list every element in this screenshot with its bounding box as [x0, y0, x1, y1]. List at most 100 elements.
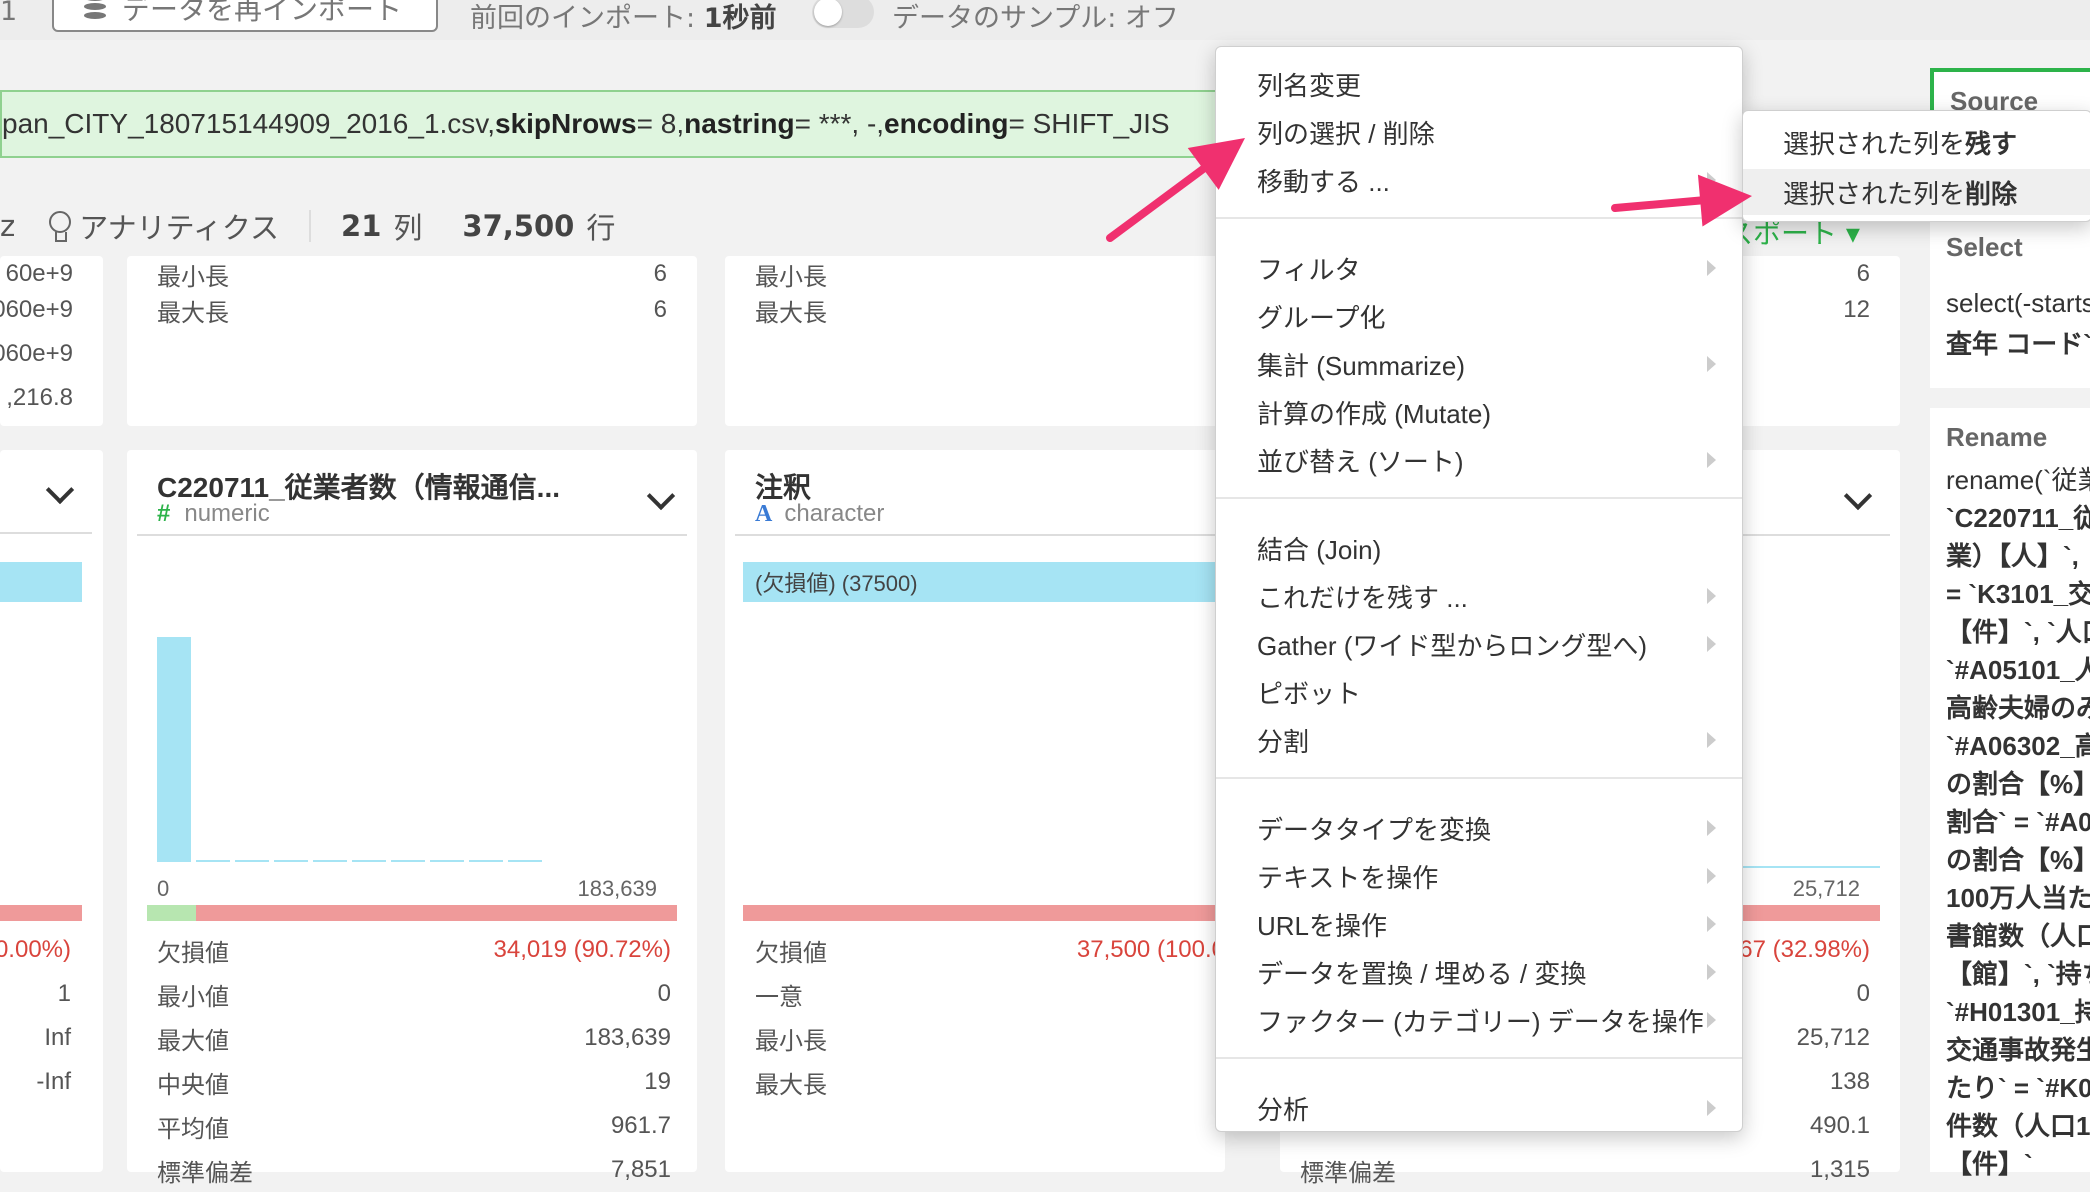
command-arg-value: = SHIFT_JIS: [1008, 108, 1170, 139]
chevron-down-icon[interactable]: [646, 481, 676, 511]
step-code-line: 書館数（人口: [1946, 921, 2090, 951]
step-title: Select: [1946, 232, 2023, 262]
sample-toggle[interactable]: [812, 0, 874, 28]
menu-item[interactable]: 列名変更: [1257, 61, 1722, 107]
stat-label: 最大長: [157, 299, 229, 327]
stat-value: ,216.8: [6, 384, 73, 411]
stat-value: 6: [1856, 260, 1870, 287]
column-card-note: 注釈 Acharacter (欠損値) (37500) 欠損値 37,500 (1…: [725, 450, 1225, 1172]
previous-import-label: 前回のインポート:: [470, 3, 704, 34]
stat-label: 中央値: [157, 1071, 229, 1099]
menu-item[interactable]: 列の選択 / 削除: [1257, 109, 1722, 155]
histogram-bar[interactable]: [352, 860, 386, 862]
previous-import-text: 前回のインポート: 1秒前: [470, 0, 776, 35]
menu-item[interactable]: ファクター (カテゴリー) データを操作: [1257, 997, 1722, 1043]
menu-divider: [1216, 217, 1742, 219]
keep-selected-columns-item[interactable]: 選択された列を 残す: [1783, 119, 2017, 165]
row-count: 37,500: [462, 209, 575, 243]
menu-item[interactable]: 集計 (Summarize): [1257, 341, 1722, 387]
stat-row: 12: [1740, 288, 1900, 332]
reimport-button[interactable]: データを再インポート: [52, 0, 438, 32]
stat-label: 平均値: [157, 1115, 229, 1143]
menu-item[interactable]: URLを操作: [1257, 901, 1722, 947]
menu-item[interactable]: 並び替え (ソート): [1257, 437, 1722, 483]
missing-ratio-bar: [743, 905, 1225, 921]
menu-item[interactable]: Gather (ワイド型からロング型へ): [1257, 621, 1722, 667]
menu-label-bold: 削除: [1965, 179, 2018, 210]
histogram-bar[interactable]: [274, 860, 308, 862]
stat-value: 0: [1856, 980, 1870, 1007]
menu-item[interactable]: これだけを残す ...: [1257, 573, 1722, 619]
step-code-line: たり` = `#K0: [1946, 1073, 2090, 1103]
menu-item[interactable]: 計算の作成 (Mutate): [1257, 389, 1722, 435]
histogram-bar[interactable]: [508, 860, 542, 862]
column-context-menu: 列名変更 列の選択 / 削除 移動する ... フィルタ グループ化 集計 (Summar…: [1215, 46, 1743, 1132]
stat-row: 最小値 0: [127, 972, 697, 1016]
step-code-line: 100万人当た: [1946, 883, 2090, 913]
stat-value: 490.1: [1809, 1112, 1870, 1139]
menu-item[interactable]: 移動する ...: [1257, 157, 1722, 203]
submenu-caret-icon: [1707, 868, 1716, 884]
stat-value: 34,019 (90.72%): [493, 936, 671, 963]
stat-label: 最大長: [755, 299, 827, 327]
numeric-icon: #: [157, 500, 171, 527]
delete-selected-columns-item[interactable]: 選択された列を 削除: [1783, 169, 2017, 215]
step-code-line: = `K3101_交: [1946, 579, 2090, 609]
menu-item[interactable]: データを置換 / 埋める / 変換: [1257, 949, 1722, 995]
card-header-divider: [735, 534, 1225, 536]
sample-label: データのサンプル: オフ: [892, 3, 1179, 34]
step-code-line: 件数（人口1: [1946, 1111, 2090, 1141]
partial-tab-label[interactable]: z: [0, 209, 15, 243]
submenu-caret-icon: [1707, 260, 1716, 276]
menu-item[interactable]: ピボット: [1257, 669, 1722, 715]
menu-item-label: 分析: [1257, 1094, 1310, 1125]
histogram-bar[interactable]: [430, 860, 464, 862]
menu-item[interactable]: 分割: [1257, 717, 1722, 763]
histogram-bar[interactable]: [391, 860, 425, 862]
stat-label: 欠損値: [157, 939, 229, 967]
menu-item[interactable]: データタイプを変換: [1257, 805, 1722, 851]
histogram-bar[interactable]: [157, 637, 191, 862]
reimport-label: データを再インポート: [122, 0, 403, 26]
column-type: # numeric: [157, 500, 270, 528]
summary-card-top-3: 6 12: [1740, 256, 1900, 426]
analytics-tab[interactable]: アナリティクス: [79, 205, 279, 247]
step-rename[interactable]: Rename rename(`従業 `C220711_従 業）【人】`, = `K31…: [1930, 408, 2090, 1179]
step-select[interactable]: Select select(-starts 査年 コード`: [1930, 220, 2090, 388]
submenu-caret-icon: [1707, 1100, 1716, 1116]
step-code-line: `#A05101_人: [1946, 655, 2090, 685]
chevron-down-icon[interactable]: [1843, 481, 1873, 511]
histogram-bar[interactable]: [313, 860, 347, 862]
histogram-bar[interactable]: [196, 860, 230, 862]
missing-ratio-bar: [147, 905, 677, 921]
stat-value: 183,639: [584, 1024, 671, 1051]
submenu-caret-icon: [1707, 1012, 1716, 1028]
stat-label: 最大値: [157, 1027, 229, 1055]
menu-item-label: 分割: [1257, 726, 1310, 757]
histogram-bar[interactable]: [235, 860, 269, 862]
menu-item[interactable]: 結合 (Join): [1257, 525, 1722, 571]
stat-row: 最大値 183,639: [127, 1016, 697, 1060]
menu-divider: [1216, 777, 1742, 779]
stat-row: 一意: [725, 972, 1225, 1016]
menu-item[interactable]: グループ化: [1257, 293, 1722, 339]
stat-value: 1: [57, 980, 71, 1007]
import-command-bar[interactable]: pan_CITY_180715144909_2016_1.csv, skipNr…: [0, 90, 1220, 158]
menu-item-label: 結合 (Join): [1257, 534, 1382, 565]
step-code-line: 交通事故発生: [1946, 1035, 2090, 1065]
submenu-caret-icon: [1707, 452, 1716, 468]
stat-value: 6: [653, 296, 667, 323]
menu-item[interactable]: テキストを操作: [1257, 853, 1722, 899]
menu-item[interactable]: フィルタ: [1257, 245, 1722, 291]
column-unit: 列: [393, 211, 423, 245]
histogram-bar[interactable]: [469, 860, 503, 862]
menu-item-label: 計算の作成 (Mutate): [1257, 398, 1492, 429]
menu-item[interactable]: 分析: [1257, 1085, 1722, 1131]
axis-max-label: 183,639: [577, 876, 657, 901]
stat-value: 25,712: [1796, 1024, 1870, 1051]
stat-label: 標準偏差: [1300, 1159, 1396, 1187]
stat-value: -Inf: [36, 1068, 71, 1095]
command-file: pan_CITY_180715144909_2016_1.csv,: [2, 108, 495, 139]
stat-value: 37,500 (100.0: [1076, 936, 1225, 963]
chevron-down-icon[interactable]: [45, 475, 75, 505]
